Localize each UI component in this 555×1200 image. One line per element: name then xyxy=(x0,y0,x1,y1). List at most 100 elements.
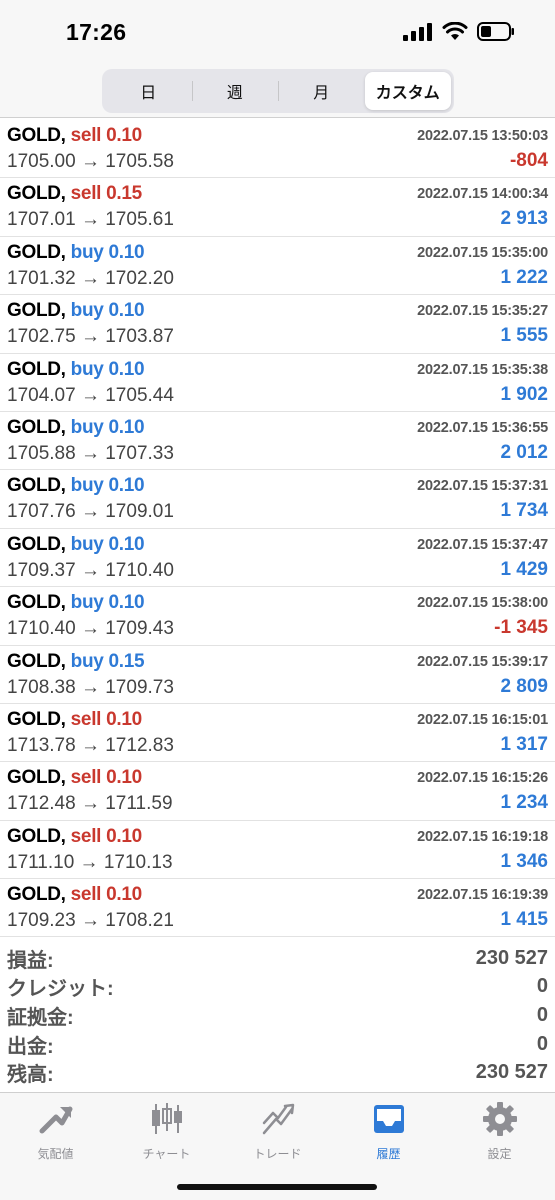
tab-month[interactable]: 月 xyxy=(278,72,365,110)
trade-row[interactable]: GOLD, buy 0.10 1710.40 → 1709.43 2022.07.1… xyxy=(0,587,555,646)
trade-symbol-name: GOLD, xyxy=(7,825,66,847)
trade-row[interactable]: GOLD, buy 0.10 1704.07 → 1705.44 2022.07.1… xyxy=(0,354,555,412)
trade-symbol: GOLD, buy 0.10 xyxy=(7,300,145,322)
trade-time: 2022.07.15 14:00:34 xyxy=(417,186,548,203)
quotes-icon xyxy=(36,1099,76,1139)
trade-symbol-name: GOLD, xyxy=(7,183,66,205)
summary-label: 出金: xyxy=(7,1035,54,1058)
tab-trade[interactable]: トレード xyxy=(222,1099,333,1169)
trade-side: sell xyxy=(70,125,102,146)
trade-symbol-name: GOLD, xyxy=(7,416,66,438)
trade-side: sell xyxy=(70,825,102,847)
trade-side: buy xyxy=(70,416,104,438)
tab-history[interactable]: 履歴 xyxy=(333,1099,444,1169)
trade-symbol: GOLD, buy 0.10 xyxy=(7,534,145,556)
trade-profit: 1 415 xyxy=(500,909,548,931)
status-bar: 17:26 xyxy=(0,0,555,66)
trade-icon xyxy=(258,1099,298,1139)
trade-symbol: GOLD, buy 0.15 xyxy=(7,650,145,673)
trade-side: buy xyxy=(70,475,104,497)
trade-list: GOLD, sell 0.10 1705.00 → 1705.58 2022.07.… xyxy=(0,120,555,938)
tab-quotes-label: 気配値 xyxy=(37,1147,74,1161)
trade-volume: 0.10 xyxy=(108,416,145,438)
trade-side: sell xyxy=(70,884,102,906)
chart-icon xyxy=(147,1099,187,1139)
tab-chart-label: チャート xyxy=(142,1147,191,1161)
trade-time: 2022.07.15 16:19:39 xyxy=(417,887,548,904)
battery-icon xyxy=(477,22,514,41)
tab-trade-label: トレード xyxy=(253,1147,302,1161)
summary-label: 残高: xyxy=(7,1064,54,1087)
trade-row[interactable]: GOLD, sell 0.15 1707.01 → 1705.61 2022.07.… xyxy=(0,178,555,237)
trade-prices: 1707.01 → 1705.61 xyxy=(7,209,174,231)
trade-prices: 1707.76 → 1709.01 xyxy=(7,501,174,523)
summary-label: クレジット: xyxy=(7,978,114,1001)
tab-settings[interactable]: 設定 xyxy=(444,1099,555,1169)
trade-symbol: GOLD, sell 0.10 xyxy=(7,767,142,789)
trade-symbol: GOLD, sell 0.10 xyxy=(7,125,142,147)
tab-bar: 気配値 チャート トレード 履歴 設定 xyxy=(0,1092,555,1200)
trade-time: 2022.07.15 16:15:26 xyxy=(417,770,548,787)
history-icon xyxy=(369,1099,409,1139)
summary-value: 230 527 xyxy=(475,946,548,969)
trade-time: 2022.07.15 13:50:03 xyxy=(417,128,548,144)
tab-week[interactable]: 週 xyxy=(191,72,279,110)
history-header: 日 週 月 カスタム xyxy=(0,66,555,118)
tab-settings-label: 設定 xyxy=(487,1147,512,1161)
trade-symbol: GOLD, buy 0.10 xyxy=(7,592,145,614)
trade-side: buy xyxy=(70,650,104,672)
trade-volume: 0.10 xyxy=(108,241,145,263)
trade-symbol-name: GOLD, xyxy=(7,708,66,730)
home-indicator xyxy=(177,1184,377,1190)
trade-row[interactable]: GOLD, buy 0.10 1707.76 → 1709.01 2022.07.1… xyxy=(0,470,555,529)
trade-row[interactable]: GOLD, sell 0.10 1711.10 → 1710.13 2022.07.… xyxy=(0,821,555,880)
trade-prices: 1713.78 → 1712.83 xyxy=(7,734,174,756)
trade-row[interactable]: GOLD, buy 0.10 1702.75 → 1703.87 2022.07.1… xyxy=(0,295,555,354)
trade-row[interactable]: GOLD, buy 0.10 1709.37 → 1710.40 2022.07.1… xyxy=(0,529,555,588)
trade-time: 2022.07.15 15:36:55 xyxy=(417,419,548,436)
trade-volume: 0.10 xyxy=(106,767,142,789)
trade-prices: 1705.00 → 1705.58 xyxy=(7,151,174,172)
trade-prices: 1701.32 → 1702.20 xyxy=(7,267,174,289)
trade-symbol: GOLD, buy 0.10 xyxy=(7,241,145,264)
trade-volume: 0.15 xyxy=(106,183,142,205)
trade-symbol-name: GOLD, xyxy=(7,884,66,906)
trade-row[interactable]: GOLD, sell 0.10 1712.48 → 1711.59 2022.07.… xyxy=(0,762,555,821)
status-time: 17:26 xyxy=(66,19,127,45)
period-segmented-control: 日 週 月 カスタム xyxy=(102,69,454,113)
trade-volume: 0.10 xyxy=(108,358,145,380)
trade-time: 2022.07.15 15:35:00 xyxy=(417,244,548,261)
trade-row[interactable]: GOLD, buy 0.15 1708.38 → 1709.73 2022.07.1… xyxy=(0,646,555,704)
trade-row[interactable]: GOLD, sell 0.10 1705.00 → 1705.58 2022.07.… xyxy=(0,120,555,179)
trade-time: 2022.07.15 15:38:00 xyxy=(417,595,548,612)
trade-profit: 1 429 xyxy=(500,558,548,580)
trade-profit: 2 012 xyxy=(500,441,548,463)
trade-row[interactable]: GOLD, buy 0.10 1701.32 → 1702.20 2022.07.1… xyxy=(0,237,555,296)
trade-prices: 1710.40 → 1709.43 xyxy=(7,618,174,640)
trade-volume: 0.10 xyxy=(106,125,142,146)
trade-symbol-name: GOLD, xyxy=(7,241,66,263)
trade-side: sell xyxy=(70,708,102,730)
trade-volume: 0.15 xyxy=(108,650,145,672)
trade-row[interactable]: GOLD, sell 0.10 1713.78 → 1712.83 2022.07.… xyxy=(0,704,555,763)
summary-label: 損益: xyxy=(7,949,54,972)
tab-chart[interactable]: チャート xyxy=(111,1099,222,1169)
status-icons xyxy=(403,22,515,41)
trade-row[interactable]: GOLD, buy 0.10 1705.88 → 1707.33 2022.07.1… xyxy=(0,412,555,471)
trade-time: 2022.07.15 15:35:38 xyxy=(417,361,548,378)
settings-icon xyxy=(480,1099,520,1139)
tab-day[interactable]: 日 xyxy=(105,72,192,110)
trade-side: buy xyxy=(70,241,104,263)
trade-prices: 1702.75 → 1703.87 xyxy=(7,326,174,348)
tab-quotes[interactable]: 気配値 xyxy=(0,1099,111,1169)
trade-symbol: GOLD, sell 0.10 xyxy=(7,884,142,906)
trade-profit: 2 809 xyxy=(500,675,548,697)
tab-custom[interactable]: カスタム xyxy=(364,72,451,110)
summary-row: 残高: 230 527 xyxy=(0,1058,555,1087)
trade-symbol: GOLD, buy 0.10 xyxy=(7,475,145,497)
trade-side: sell xyxy=(70,767,102,789)
trade-profit: 1 902 xyxy=(500,383,548,405)
trade-volume: 0.10 xyxy=(106,884,142,906)
trade-profit: 1 734 xyxy=(500,500,548,522)
trade-row[interactable]: GOLD, sell 0.10 1709.23 → 1708.21 2022.07.… xyxy=(0,879,555,938)
